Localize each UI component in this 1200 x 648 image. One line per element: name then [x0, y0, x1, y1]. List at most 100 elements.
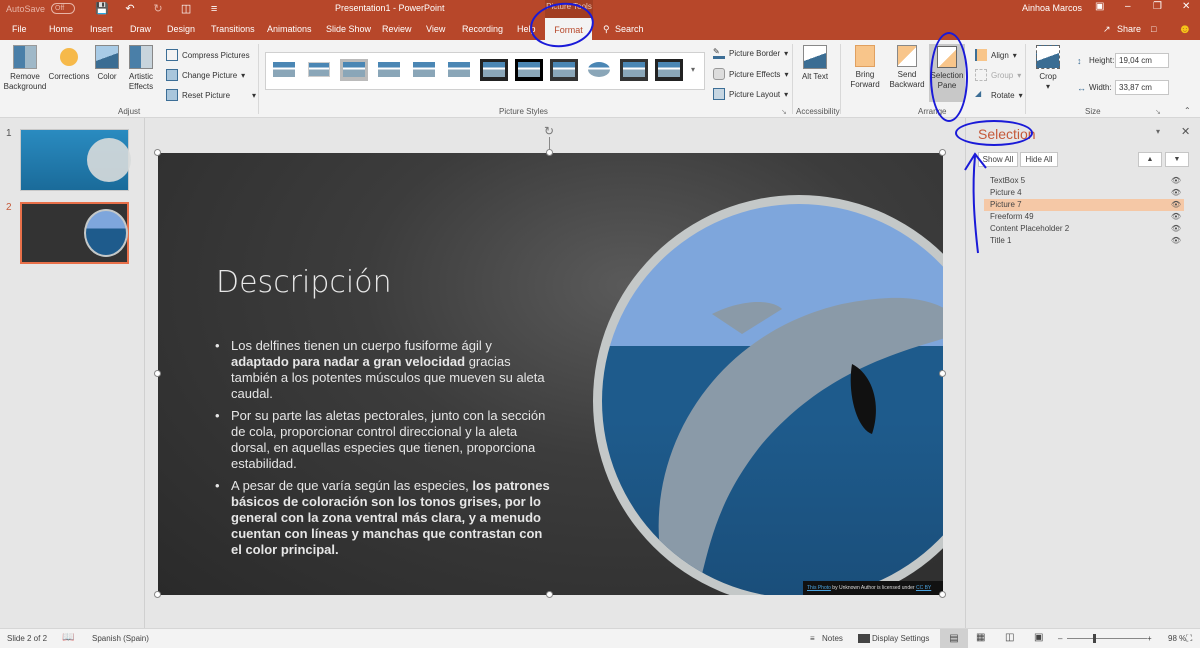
minimize-icon[interactable]: – [1125, 1, 1131, 12]
resize-handle[interactable] [939, 370, 946, 377]
visibility-eye-icon[interactable]: 👁 [1171, 187, 1181, 199]
picture-style-item[interactable] [515, 59, 543, 81]
close-pane-icon[interactable]: ✕ [1181, 125, 1190, 138]
slide-show-icon[interactable]: ▣ [1034, 632, 1043, 643]
zoom-slider-thumb[interactable] [1093, 634, 1096, 643]
customize-qat-icon[interactable]: ≡ [207, 3, 221, 15]
share-icon[interactable]: ↗ [1103, 24, 1111, 35]
resize-handle[interactable] [154, 591, 161, 598]
tab-review[interactable]: Review [382, 24, 412, 34]
license-link[interactable]: CC BY [916, 585, 931, 591]
comments-icon[interactable]: □ [1151, 24, 1156, 34]
bring-forward-pane-button[interactable]: ▲ [1138, 152, 1162, 167]
feedback-smiley-icon[interactable]: ☻ [1178, 21, 1192, 36]
send-backward-button[interactable]: Send Backward [887, 45, 927, 90]
picture-effects-button[interactable]: Picture Effects ▾ [713, 68, 788, 80]
height-field[interactable]: 19,04 cm [1115, 53, 1169, 68]
crop-button[interactable]: Crop ▾ [1033, 45, 1063, 92]
picture-style-item[interactable] [550, 59, 578, 81]
selection-item[interactable]: Title 1 👁 [984, 235, 1184, 247]
visibility-eye-icon[interactable]: 👁 [1171, 211, 1181, 223]
rotate-handle-icon[interactable]: ↻ [544, 124, 554, 138]
tab-format[interactable]: Format [545, 18, 592, 40]
tab-slide-show[interactable]: Slide Show [326, 24, 371, 34]
send-backward-pane-button[interactable]: ▼ [1165, 152, 1189, 167]
picture-style-item[interactable] [585, 59, 613, 81]
corrections-button[interactable]: Corrections [48, 45, 90, 82]
undo-icon[interactable]: ↶ [123, 2, 137, 15]
picture-style-item[interactable] [375, 59, 403, 81]
zoom-out-icon[interactable]: – [1058, 634, 1062, 643]
selection-item[interactable]: TextBox 5 👁 [984, 175, 1184, 187]
save-icon[interactable]: 💾 [95, 2, 109, 15]
alt-text-button[interactable]: Alt Text [800, 45, 830, 82]
selection-item-selected[interactable]: Picture 7 👁 [984, 199, 1184, 211]
hide-all-button[interactable]: Hide All [1020, 152, 1058, 167]
tab-home[interactable]: Home [49, 24, 73, 34]
resize-handle[interactable] [939, 591, 946, 598]
accessibility-check-icon[interactable]: 📖 [62, 632, 74, 643]
visibility-eye-icon[interactable]: 👁 [1171, 223, 1181, 235]
tab-insert[interactable]: Insert [90, 24, 113, 34]
tab-draw[interactable]: Draw [130, 24, 151, 34]
normal-view-icon[interactable]: ▤ [940, 629, 968, 648]
picture-style-item[interactable] [620, 59, 648, 81]
zoom-slider-track[interactable] [1067, 638, 1147, 639]
fit-to-window-icon[interactable]: ⛶ [1186, 633, 1192, 644]
zoom-level[interactable]: 98 % [1168, 634, 1186, 643]
picture-border-button[interactable]: ✎ Picture Border ▾ [713, 47, 788, 59]
pane-options-icon[interactable]: ▾ [1156, 127, 1160, 136]
rotate-button[interactable]: ◢ Rotate ▾ [975, 89, 1023, 101]
picture-style-item[interactable] [270, 59, 298, 81]
close-icon[interactable]: ✕ [1182, 1, 1190, 12]
color-button[interactable]: Color [93, 45, 121, 82]
reset-picture-button[interactable]: Reset Picture ▾ [166, 89, 256, 101]
picture-styles-gallery[interactable]: ▾ [265, 52, 705, 90]
bring-forward-button[interactable]: Bring Forward [846, 45, 884, 90]
align-button[interactable]: Align ▾ [975, 49, 1017, 61]
dialog-launcher-icon[interactable]: ↘ [781, 108, 787, 116]
compress-pictures-button[interactable]: Compress Pictures [166, 49, 250, 61]
slide-title[interactable]: Descripción [216, 265, 392, 300]
tab-view[interactable]: View [426, 24, 445, 34]
selection-item[interactable]: Picture 4 👁 [984, 187, 1184, 199]
visibility-eye-icon[interactable]: 👁 [1171, 199, 1181, 211]
redo-icon[interactable]: ↻ [151, 2, 165, 15]
search-icon[interactable]: ⚲ [603, 24, 610, 35]
remove-background-button[interactable]: Remove Background [3, 45, 47, 92]
notes-icon[interactable]: ≡ [810, 634, 815, 643]
tab-design[interactable]: Design [167, 24, 195, 34]
artistic-effects-button[interactable]: Artistic Effects [125, 45, 157, 92]
dolphin-picture[interactable] [602, 204, 943, 595]
resize-handle[interactable] [939, 149, 946, 156]
picture-style-item[interactable] [305, 59, 333, 81]
gallery-more-icon[interactable]: ▾ [691, 65, 695, 74]
resize-handle[interactable] [546, 149, 553, 156]
resize-handle[interactable] [154, 370, 161, 377]
notes-button[interactable]: Notes [822, 634, 843, 643]
picture-style-item[interactable] [480, 59, 508, 81]
user-name[interactable]: Ainhoa Marcos [1022, 3, 1082, 13]
visibility-eye-icon[interactable]: 👁 [1171, 235, 1181, 247]
slide-sorter-icon[interactable]: ▦ [976, 632, 985, 643]
tab-help[interactable]: Help [517, 24, 536, 34]
dialog-launcher-icon[interactable]: ↘ [1155, 108, 1161, 116]
collapse-ribbon-icon[interactable]: ⌃ [1184, 106, 1191, 115]
picture-style-item[interactable] [410, 59, 438, 81]
ribbon-display-options-icon[interactable]: ▣ [1095, 1, 1104, 12]
autosave-toggle[interactable]: Off [51, 3, 76, 14]
visibility-eye-icon[interactable]: 👁 [1171, 175, 1181, 187]
selection-item[interactable]: Freeform 49 👁 [984, 211, 1184, 223]
display-settings-button[interactable]: Display Settings [872, 634, 929, 643]
zoom-in-icon[interactable]: + [1147, 634, 1152, 643]
slide-canvas[interactable]: Descripción Los delfines tienen un cuerp… [158, 153, 943, 595]
tab-file[interactable]: File [12, 24, 27, 34]
slide-body[interactable]: Los delfines tienen un cuerpo fusiforme … [213, 338, 553, 564]
slide-thumbnail-1[interactable] [20, 129, 131, 191]
start-from-beginning-icon[interactable]: ◫ [179, 2, 193, 15]
reading-view-icon[interactable]: ◫ [1005, 632, 1014, 643]
search-box[interactable]: Search [615, 24, 644, 34]
selection-item[interactable]: Content Placeholder 2 👁 [984, 223, 1184, 235]
photo-link[interactable]: This Photo [807, 585, 831, 591]
resize-handle[interactable] [154, 149, 161, 156]
